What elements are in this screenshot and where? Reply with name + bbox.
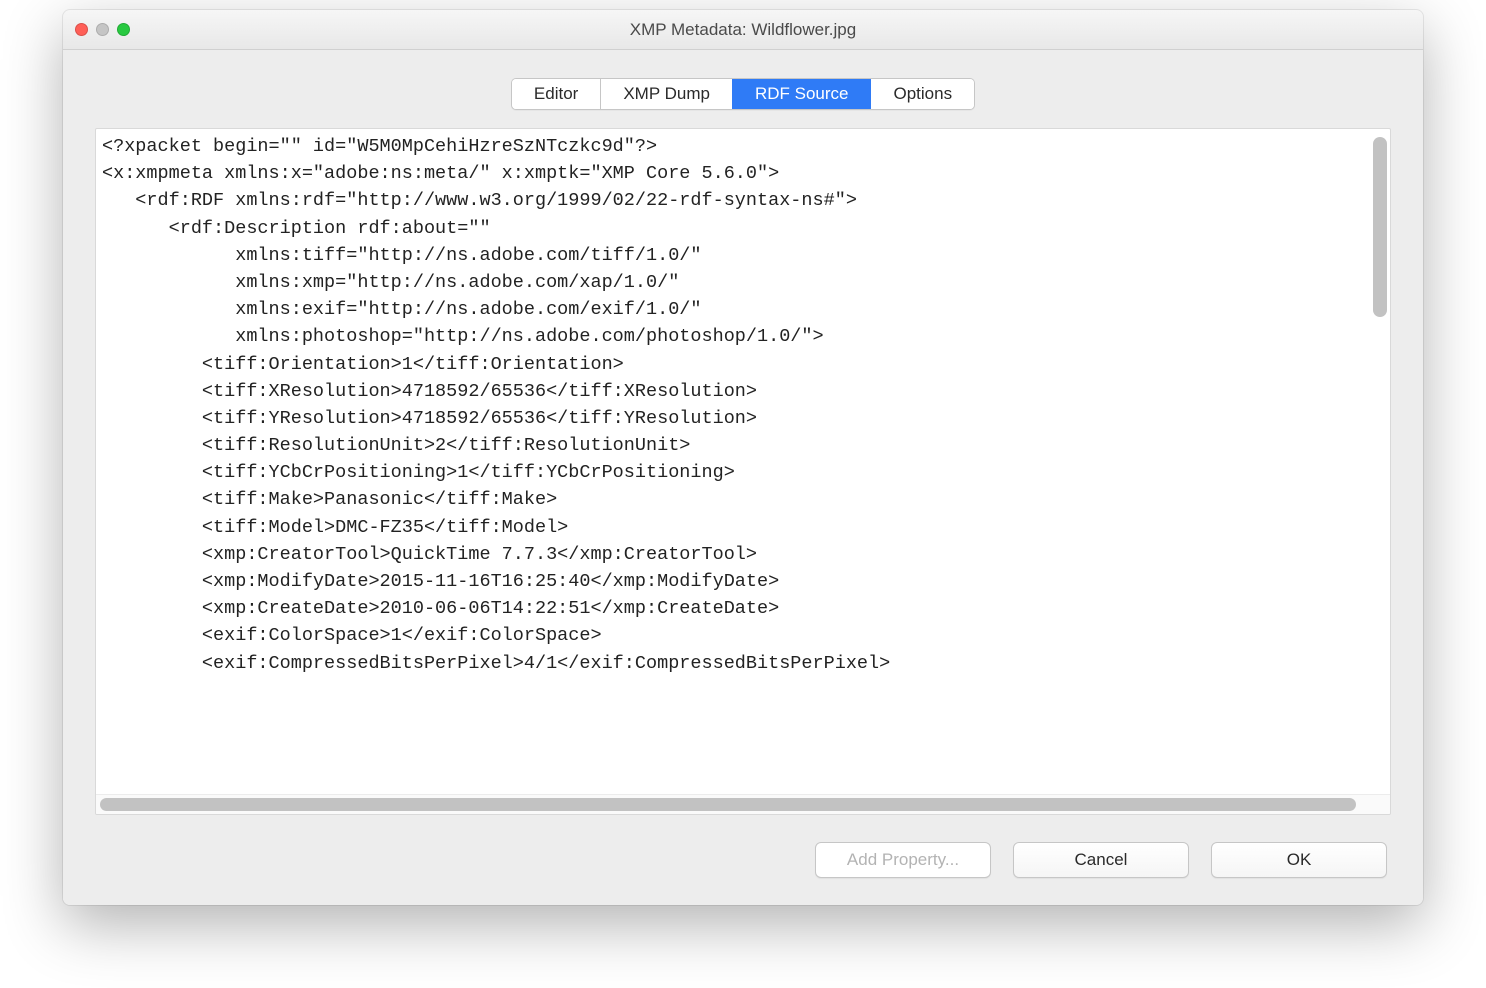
tab-rdf-source[interactable]: RDF Source (732, 79, 871, 109)
tab-bar: Editor XMP Dump RDF Source Options (63, 50, 1423, 110)
window-controls (63, 23, 130, 36)
vertical-scrollbar[interactable] (1373, 137, 1387, 317)
tab-segmented-control: Editor XMP Dump RDF Source Options (511, 78, 975, 110)
titlebar: XMP Metadata: Wildflower.jpg (63, 10, 1423, 50)
source-scroll[interactable]: <?xpacket begin="" id="W5M0MpCehiHzreSzN… (96, 129, 1390, 794)
tab-options[interactable]: Options (870, 79, 974, 109)
horizontal-scrollbar-track[interactable] (96, 794, 1390, 814)
ok-button[interactable]: OK (1211, 842, 1387, 878)
add-property-button: Add Property... (815, 842, 991, 878)
tab-editor[interactable]: Editor (512, 79, 600, 109)
window-title: XMP Metadata: Wildflower.jpg (63, 20, 1423, 40)
content-area: <?xpacket begin="" id="W5M0MpCehiHzreSzN… (63, 110, 1423, 815)
zoom-button[interactable] (117, 23, 130, 36)
rdf-source-text[interactable]: <?xpacket begin="" id="W5M0MpCehiHzreSzN… (96, 129, 1390, 681)
tab-xmp-dump[interactable]: XMP Dump (600, 79, 732, 109)
dialog-window: XMP Metadata: Wildflower.jpg Editor XMP … (63, 10, 1423, 905)
cancel-button[interactable]: Cancel (1013, 842, 1189, 878)
horizontal-scrollbar[interactable] (100, 798, 1356, 811)
close-button[interactable] (75, 23, 88, 36)
button-row: Add Property... Cancel OK (63, 815, 1423, 905)
minimize-button[interactable] (96, 23, 109, 36)
source-panel: <?xpacket begin="" id="W5M0MpCehiHzreSzN… (95, 128, 1391, 815)
